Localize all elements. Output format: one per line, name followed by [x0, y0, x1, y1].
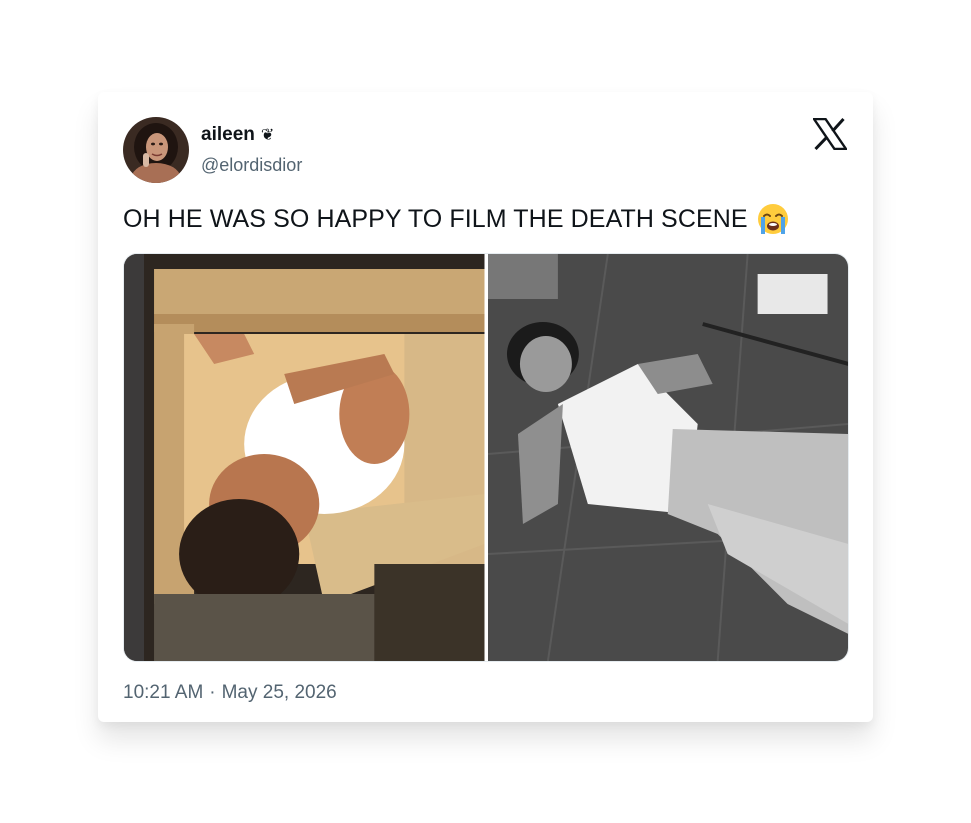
- display-name-text: aileen: [201, 124, 255, 145]
- media-grid[interactable]: [123, 253, 849, 662]
- tweet-timestamp[interactable]: 10:21 AM · May 25, 2026: [123, 682, 337, 704]
- timestamp-separator: ·: [209, 682, 216, 703]
- avatar[interactable]: [123, 117, 189, 183]
- photo-left[interactable]: [124, 254, 485, 661]
- floral-heart-icon: ❦: [260, 127, 275, 144]
- tweet-card[interactable]: aileen ❦ @elordisdior OH HE WAS SO HAPPY…: [98, 92, 873, 722]
- x-logo-icon[interactable]: [811, 117, 849, 151]
- display-name[interactable]: aileen ❦: [201, 124, 274, 146]
- tweet-text-content: OH HE WAS SO HAPPY TO FILM THE DEATH SCE…: [123, 204, 748, 233]
- avatar-image: [123, 117, 189, 183]
- screenshot-stage: aileen ❦ @elordisdior OH HE WAS SO HAPPY…: [0, 0, 971, 823]
- user-handle[interactable]: @elordisdior: [201, 155, 302, 176]
- tweet-date: May 25, 2026: [221, 682, 337, 703]
- tweet-time: 10:21 AM: [123, 682, 204, 703]
- loudly-crying-face-icon: [756, 202, 790, 236]
- photo-right[interactable]: [487, 254, 848, 661]
- tweet-text: OH HE WAS SO HAPPY TO FILM THE DEATH SCE…: [123, 202, 790, 236]
